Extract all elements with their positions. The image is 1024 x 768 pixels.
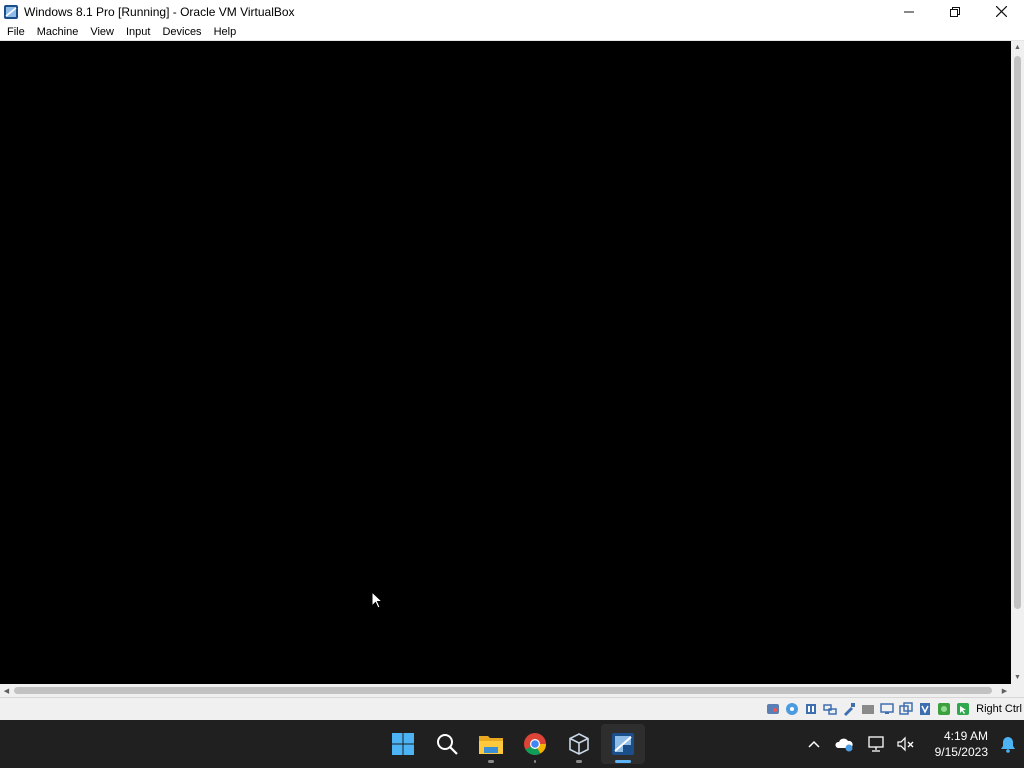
window-title: Windows 8.1 Pro [Running] - Oracle VM Vi… xyxy=(24,4,295,19)
clock-date: 9/15/2023 xyxy=(934,745,988,759)
minimize-icon xyxy=(904,11,914,12)
title-bar[interactable]: Windows 8.1 Pro [Running] - Oracle VM Vi… xyxy=(0,0,1024,23)
chrome-button[interactable] xyxy=(513,724,557,764)
host-key-label[interactable]: Right Ctrl xyxy=(976,703,1022,715)
mouse-integration-icon[interactable] xyxy=(955,701,971,717)
scroll-right-button[interactable]: ▶ xyxy=(998,684,1011,697)
file-explorer-icon xyxy=(479,736,503,754)
start-icon xyxy=(392,733,414,755)
vertical-scrollbar[interactable]: ▲ ▼ xyxy=(1011,41,1024,684)
horizontal-scroll-thumb[interactable] xyxy=(14,687,992,694)
scroll-left-button[interactable]: ◀ xyxy=(0,684,13,697)
menu-help[interactable]: Help xyxy=(209,23,242,41)
clock-time: 4:19 AM xyxy=(943,729,988,743)
onedrive-tray-button[interactable] xyxy=(828,724,860,764)
menu-machine[interactable]: Machine xyxy=(32,23,84,41)
maximize-button[interactable] xyxy=(932,0,978,23)
restore-icon xyxy=(950,6,960,17)
network-icon xyxy=(868,736,884,752)
taskbar-apps xyxy=(381,720,645,768)
video-capture-icon[interactable] xyxy=(898,701,914,717)
menu-input[interactable]: Input xyxy=(121,23,155,41)
network-tray-button[interactable] xyxy=(860,724,892,764)
menu-file[interactable]: File xyxy=(2,23,30,41)
close-icon xyxy=(995,6,1007,17)
display-icon[interactable] xyxy=(879,701,895,717)
clock[interactable]: 4:19 AM 9/15/2023 xyxy=(920,728,988,760)
optical-drive-icon[interactable] xyxy=(784,701,800,717)
cpu-icon[interactable] xyxy=(936,701,952,717)
running-indicator xyxy=(488,760,494,763)
virtualbox-vm-icon xyxy=(612,733,634,755)
chrome-icon xyxy=(524,733,546,755)
running-indicator xyxy=(576,760,582,763)
active-indicator xyxy=(615,760,631,763)
volume-muted-icon xyxy=(897,736,914,752)
onedrive-icon xyxy=(835,738,853,752)
virtualbox-icon xyxy=(4,4,18,19)
chevron-up-icon xyxy=(808,740,820,748)
virtualbox-vm-button[interactable] xyxy=(601,724,645,764)
bell-icon xyxy=(1001,737,1015,753)
vertical-scroll-thumb[interactable] xyxy=(1014,56,1021,609)
minimize-button[interactable] xyxy=(886,0,932,23)
usb-icon[interactable] xyxy=(841,701,857,717)
network-icon[interactable] xyxy=(822,701,838,717)
search-button[interactable] xyxy=(425,724,469,764)
horizontal-scrollbar[interactable]: ◀ ▶ xyxy=(0,684,1011,697)
vm-display[interactable] xyxy=(0,41,1011,684)
tray-overflow-button[interactable] xyxy=(800,724,828,764)
menu-view[interactable]: View xyxy=(85,23,119,41)
window-controls xyxy=(886,0,1024,23)
running-indicator xyxy=(534,760,536,763)
virtualization-icon[interactable] xyxy=(917,701,933,717)
system-tray: 4:19 AM 9/15/2023 xyxy=(800,720,1024,768)
menu-devices[interactable]: Devices xyxy=(157,23,206,41)
scroll-up-button[interactable]: ▲ xyxy=(1011,41,1024,54)
virtualbox-manager-button[interactable] xyxy=(557,724,601,764)
start-button[interactable] xyxy=(381,724,425,764)
status-bar: Right Ctrl xyxy=(0,697,1024,720)
close-button[interactable] xyxy=(978,0,1024,23)
menu-bar: File Machine View Input Devices Help xyxy=(0,23,1024,41)
file-explorer-button[interactable] xyxy=(469,724,513,764)
search-icon xyxy=(437,734,458,755)
scroll-corner xyxy=(1011,684,1024,697)
taskbar: 4:19 AM 9/15/2023 xyxy=(0,720,1024,768)
virtualbox-manager-icon xyxy=(569,733,589,755)
shared-folders-icon[interactable] xyxy=(860,701,876,717)
scroll-down-button[interactable]: ▼ xyxy=(1011,671,1024,684)
audio-icon[interactable] xyxy=(803,701,819,717)
hard-disk-icon[interactable] xyxy=(765,701,781,717)
volume-tray-button[interactable] xyxy=(892,724,920,764)
notification-button[interactable] xyxy=(992,724,1024,764)
mouse-cursor-icon xyxy=(371,591,383,609)
